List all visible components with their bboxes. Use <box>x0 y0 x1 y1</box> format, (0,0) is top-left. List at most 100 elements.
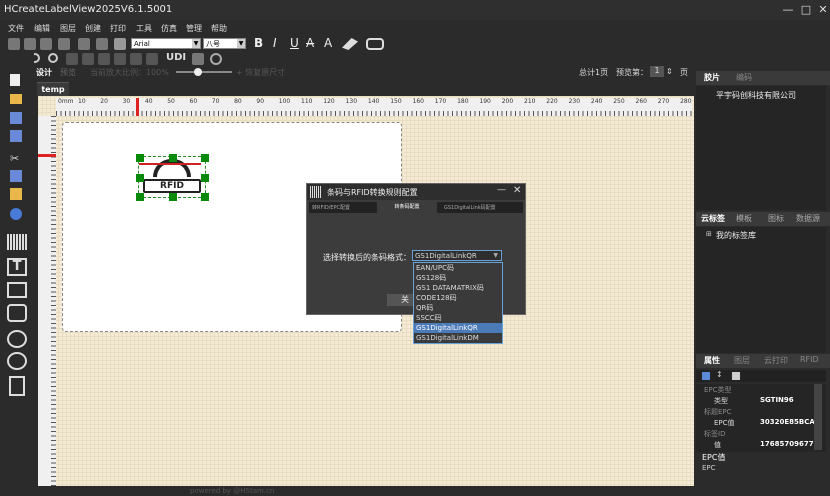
align-bottom-icon[interactable] <box>96 38 108 50</box>
option-gs1-digitallink-qr[interactable]: GS1DigitalLinkQR <box>414 323 502 333</box>
tab-template[interactable]: 模板 <box>736 213 752 224</box>
option-qr[interactable]: QR码 <box>414 303 502 313</box>
rfid-icon[interactable] <box>7 304 27 322</box>
option-gs1-datamatrix[interactable]: GS1 DATAMATRIX码 <box>414 283 502 293</box>
menu-manage[interactable]: 管理 <box>186 23 202 34</box>
resize-handle[interactable] <box>136 193 144 201</box>
dialog-minimize-button[interactable]: — <box>497 185 506 195</box>
help-circle-icon[interactable] <box>10 208 22 220</box>
settings-icon[interactable] <box>210 53 222 65</box>
tab-encode[interactable]: 编码 <box>736 72 752 83</box>
table-icon[interactable] <box>146 53 158 65</box>
barcode-icon[interactable] <box>7 234 27 250</box>
resize-handle[interactable] <box>169 154 177 162</box>
zoom-slider-thumb[interactable] <box>194 68 202 76</box>
align-middle-icon[interactable] <box>78 38 90 50</box>
option-sscc[interactable]: SSCC码 <box>414 313 502 323</box>
picture-icon[interactable] <box>7 282 27 298</box>
property-row[interactable]: 标签ID <box>696 428 814 439</box>
font-size-a-button[interactable]: A <box>324 36 332 50</box>
menu-edit[interactable]: 编辑 <box>34 23 50 34</box>
zoom-out-icon[interactable] <box>48 53 58 63</box>
copy-icon[interactable] <box>66 53 78 65</box>
resize-handle[interactable] <box>201 193 209 201</box>
page-spinner[interactable]: ⇕ <box>666 67 673 76</box>
font-family-select[interactable]: Arial ▼ <box>131 38 201 49</box>
rfid-element[interactable]: RFID <box>136 154 209 201</box>
font-size-select[interactable]: 八号 ▼ <box>203 38 246 49</box>
minimize-button[interactable]: — <box>780 2 796 18</box>
menu-tools[interactable]: 工具 <box>136 23 152 34</box>
tab-layers[interactable]: 图层 <box>734 355 750 366</box>
property-row[interactable]: EPC类型 <box>696 384 814 395</box>
tab-design[interactable]: 设计 <box>36 67 52 78</box>
underline-button[interactable]: U <box>290 36 299 50</box>
resize-handle[interactable] <box>201 154 209 162</box>
option-code128[interactable]: CODE128码 <box>414 293 502 303</box>
italic-button[interactable]: I <box>273 36 277 50</box>
function-icon[interactable] <box>7 352 27 370</box>
property-row[interactable]: 值 1768570967739 <box>696 439 814 450</box>
tab-gs1-digitallink-config[interactable]: GS1DigitalLink码配置 <box>444 204 496 211</box>
property-value[interactable]: SGTIN96 <box>760 396 814 404</box>
category-view-icon[interactable] <box>702 372 710 380</box>
barcode-format-select[interactable]: GS1DigitalLinkQR ▼ <box>412 250 502 261</box>
menu-file[interactable]: 文件 <box>8 23 24 34</box>
property-page-icon[interactable] <box>732 372 740 380</box>
align-top-icon[interactable] <box>58 38 70 50</box>
menu-layer[interactable]: 图层 <box>60 23 76 34</box>
udi-button[interactable]: UDI <box>166 52 186 63</box>
tab-barcode-config[interactable]: 转条码配置 <box>377 202 437 213</box>
option-ean-upc[interactable]: EAN/UPC码 <box>414 263 502 273</box>
menu-help[interactable]: 帮助 <box>211 23 227 34</box>
align-right-icon[interactable] <box>40 38 52 50</box>
save-as-icon[interactable] <box>10 130 22 142</box>
redo-icon[interactable] <box>114 53 126 65</box>
resize-handle[interactable] <box>136 174 144 182</box>
paste-doc-icon[interactable] <box>10 188 22 200</box>
property-row[interactable]: 类型 SGTIN96 <box>696 395 814 406</box>
option-gs128[interactable]: GS128码 <box>414 273 502 283</box>
camera-icon[interactable] <box>192 53 204 65</box>
restore-size-button[interactable]: + 恢复原尺寸 <box>236 67 285 78</box>
menu-print[interactable]: 打印 <box>110 23 126 34</box>
menu-simulate[interactable]: 仿真 <box>161 23 177 34</box>
tab-rfid-epc-config[interactable]: 转RFID/EPC配置 <box>312 204 350 211</box>
sort-icon[interactable]: ↕ <box>716 370 723 379</box>
scrollbar[interactable] <box>814 384 822 450</box>
close-button[interactable]: ✕ <box>815 2 830 18</box>
paste-icon[interactable] <box>82 53 94 65</box>
tab-icons[interactable]: 图标 <box>768 213 784 224</box>
option-gs1-digitallink-dm[interactable]: GS1DigitalLinkDM <box>414 333 502 343</box>
scissors-icon[interactable]: ✂ <box>10 152 22 165</box>
text-icon[interactable]: T <box>7 258 27 276</box>
align-center-icon[interactable] <box>24 38 36 50</box>
property-value[interactable]: 30320E85BCA71 <box>760 418 814 426</box>
save-icon[interactable] <box>10 112 22 124</box>
property-value[interactable]: 1768570967739 <box>760 440 814 448</box>
align-left-icon[interactable] <box>8 38 20 50</box>
undo-icon[interactable] <box>98 53 110 65</box>
property-row[interactable]: 标题EPC <box>696 406 814 417</box>
tree-item-my-library[interactable]: 我的标签库 <box>716 230 756 241</box>
document-icon[interactable] <box>9 376 25 396</box>
tab-cloud-print[interactable]: 云打印 <box>764 355 788 366</box>
bold-button[interactable]: B <box>254 36 263 50</box>
printer-icon[interactable] <box>114 38 126 50</box>
wifi-icon[interactable] <box>366 38 384 50</box>
tab-rfid[interactable]: RFID <box>800 355 819 364</box>
new-file-icon[interactable] <box>10 74 20 86</box>
expand-icon[interactable]: ⊞ <box>706 230 712 238</box>
resize-handle[interactable] <box>169 193 177 201</box>
tab-properties[interactable]: 属性 <box>704 355 720 366</box>
maximize-button[interactable]: □ <box>798 2 814 18</box>
tab-preview[interactable]: 预览 <box>60 67 76 78</box>
tab-film[interactable]: 胶片 <box>704 72 720 83</box>
menu-create[interactable]: 创建 <box>85 23 101 34</box>
strikethrough-button[interactable]: A <box>306 36 314 50</box>
tab-cloud-label[interactable]: 云标签 <box>701 213 725 224</box>
tab-temp[interactable]: temp <box>37 82 69 96</box>
shape-icon[interactable] <box>7 330 27 348</box>
copy-doc-icon[interactable] <box>10 170 22 182</box>
image-icon[interactable] <box>130 53 142 65</box>
